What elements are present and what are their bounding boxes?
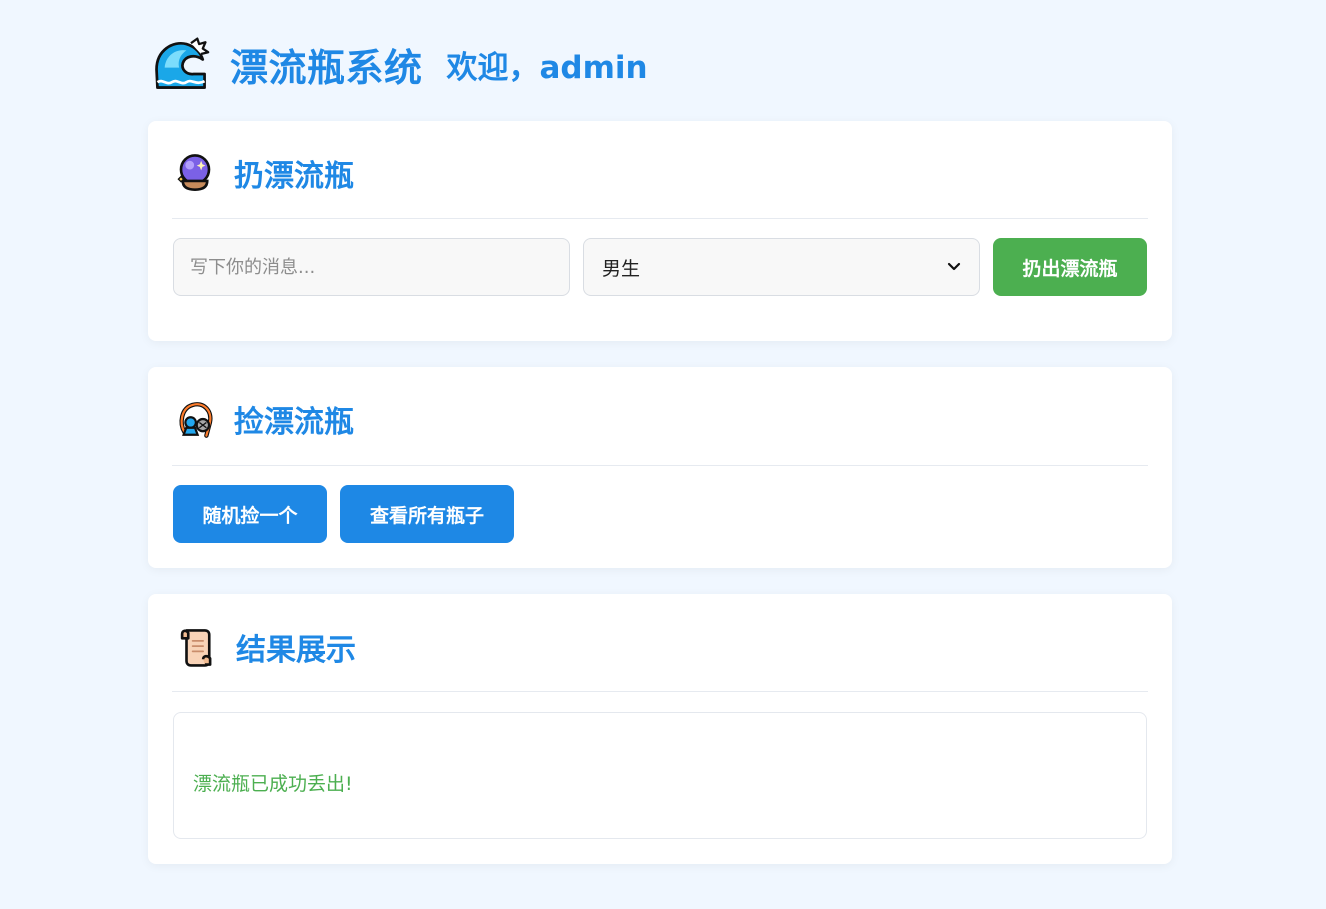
message-input[interactable] — [173, 238, 570, 296]
result-card-divider — [172, 691, 1148, 692]
app-header: 漂流瓶系统 欢迎，admin — [152, 34, 648, 94]
throw-card-divider — [172, 218, 1148, 219]
result-message: 漂流瓶已成功丢出! — [193, 773, 353, 795]
gender-selected-value: 男生 — [602, 257, 641, 280]
result-card-heading: 结果展示 — [236, 633, 356, 668]
welcome-text: 欢迎，admin — [446, 49, 648, 86]
chevron-down-icon — [947, 262, 961, 271]
fishing-net-icon — [179, 402, 213, 438]
result-display-box: 漂流瓶已成功丢出! — [173, 712, 1147, 839]
scroll-icon — [180, 629, 212, 667]
gender-select[interactable]: 男生 — [583, 238, 980, 296]
result-card: 结果展示 漂流瓶已成功丢出! — [148, 594, 1172, 864]
result-card-title: 结果展示 — [176, 625, 356, 669]
pick-card-divider — [172, 465, 1148, 466]
app-title: 漂流瓶系统 — [230, 45, 423, 90]
throw-bottle-card: 扔漂流瓶 男生 扔出漂流瓶 — [148, 121, 1172, 341]
throw-bottle-button[interactable]: 扔出漂流瓶 — [993, 238, 1147, 296]
pick-card-title: 捡漂流瓶 — [174, 397, 354, 441]
pick-card-heading: 捡漂流瓶 — [234, 405, 354, 440]
wave-logo-icon — [155, 37, 210, 89]
crystal-ball-icon — [177, 154, 211, 191]
throw-card-heading: 扔漂流瓶 — [234, 159, 354, 194]
view-all-bottles-button[interactable]: 查看所有瓶子 — [340, 485, 514, 543]
pick-bottle-card: 捡漂流瓶 随机捡一个 查看所有瓶子 — [148, 367, 1172, 568]
throw-card-title: 扔漂流瓶 — [174, 151, 354, 195]
pick-random-button[interactable]: 随机捡一个 — [173, 485, 327, 543]
